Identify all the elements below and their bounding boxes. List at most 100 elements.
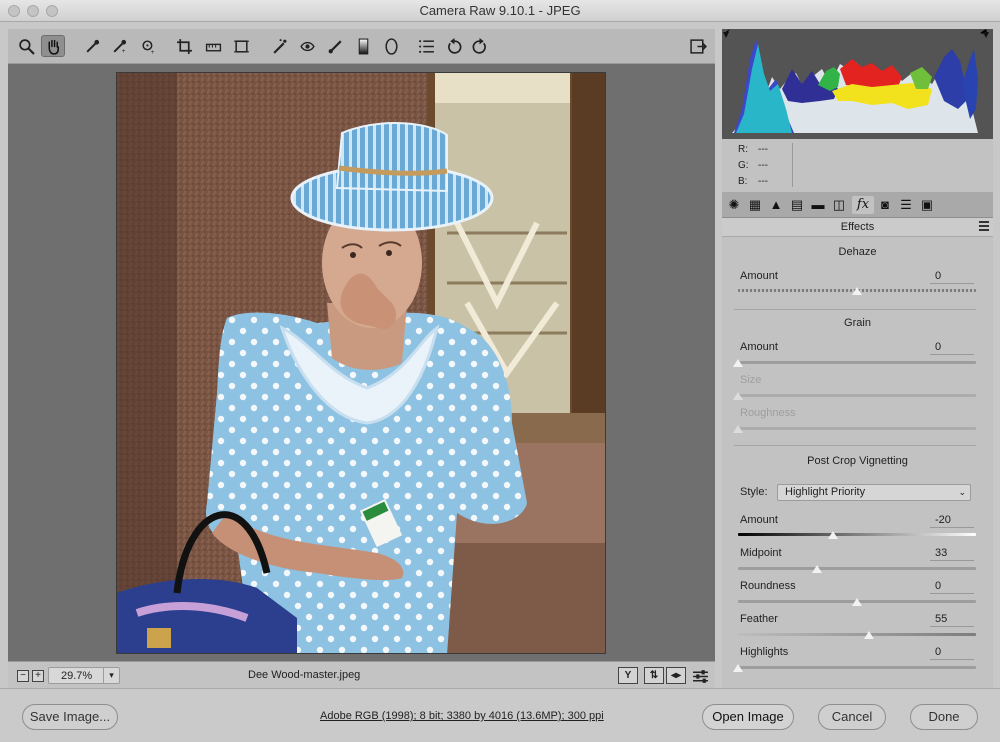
straighten-icon[interactable] — [201, 35, 225, 57]
done-button[interactable]: Done — [910, 704, 978, 730]
vignetting-midpoint-value[interactable]: 33 — [930, 547, 974, 561]
dehaze-amount-value[interactable]: 0 — [930, 270, 974, 284]
vignetting-highlights-thumb[interactable] — [733, 664, 743, 672]
r-label: R: — [738, 144, 748, 155]
dehaze-amount-thumb[interactable] — [852, 287, 862, 295]
grain-amount-label: Amount — [740, 341, 778, 353]
window-title: Camera Raw 9.10.1 - JPEG — [419, 3, 581, 18]
cancel-button[interactable]: Cancel — [818, 704, 886, 730]
color-sampler-icon[interactable]: + — [107, 35, 131, 57]
tab-hsl[interactable]: ▤ — [788, 196, 806, 214]
vignetting-roundness-label: Roundness — [740, 580, 796, 592]
grain-roughness-slider — [738, 427, 976, 430]
preferences-icon[interactable] — [414, 35, 438, 57]
open-in-photoshop-icon[interactable] — [686, 35, 710, 57]
tab-split-toning[interactable]: ▬ — [809, 196, 827, 214]
vignetting-midpoint-label: Midpoint — [740, 547, 782, 559]
vignetting-title: Post Crop Vignetting — [807, 455, 908, 467]
dehaze-title: Dehaze — [838, 246, 877, 258]
grain-size-label: Size — [740, 374, 762, 386]
zoom-out-button[interactable]: − — [17, 670, 29, 682]
workflow-options-link[interactable]: Adobe RGB (1998); 8 bit; 3380 by 4016 (1… — [320, 710, 604, 722]
adjustments-panel: R: --- G: --- B: --- ✺ ▦ ▲ ▤ ▬ ◫ fx ◙ ☰ … — [722, 29, 993, 688]
vignetting-style-label: Style: — [740, 486, 768, 498]
b-value: --- — [758, 176, 768, 187]
image-preview-area[interactable] — [8, 64, 715, 661]
tab-camera-calibration[interactable]: ◙ — [876, 196, 894, 214]
rotate-left-icon[interactable] — [442, 35, 466, 57]
rgb-readout: R: --- G: --- B: --- — [722, 139, 993, 193]
vignetting-feather-thumb[interactable] — [863, 631, 874, 639]
grain-title: Grain — [844, 317, 871, 329]
vignetting-amount-thumb[interactable] — [828, 531, 839, 539]
tab-lens-corrections[interactable]: ◫ — [830, 196, 848, 214]
panel-header: Effects — [722, 218, 993, 237]
white-balance-icon[interactable] — [80, 35, 104, 57]
vignetting-highlights-slider[interactable] — [738, 666, 976, 669]
grain-amount-value[interactable]: 0 — [930, 341, 974, 355]
vignetting-style-select[interactable]: Highlight Priority ⌄ — [777, 484, 971, 501]
open-image-button[interactable]: Open Image — [702, 704, 794, 730]
hand-tool-icon[interactable] — [41, 35, 65, 57]
vignetting-amount-slider[interactable] — [738, 533, 976, 536]
tab-detail[interactable]: ▲ — [767, 196, 785, 214]
grain-size-slider — [738, 394, 976, 397]
zoom-in-button[interactable]: + — [32, 670, 44, 682]
swap-before-after-icon[interactable]: ⇅ — [644, 667, 664, 684]
spot-removal-icon[interactable] — [267, 35, 291, 57]
vignetting-highlights-label: Highlights — [740, 646, 789, 658]
rotate-right-icon[interactable] — [467, 35, 491, 57]
g-label: G: — [738, 160, 749, 171]
shadow-clipping-icon — [723, 32, 729, 38]
file-name: Dee Wood-master.jpeg — [248, 669, 361, 681]
vignetting-midpoint-thumb[interactable] — [811, 565, 822, 573]
targeted-adjustment-icon[interactable]: + — [136, 35, 160, 57]
tab-basic[interactable]: ✺ — [725, 196, 743, 214]
chevron-down-icon: ⌄ — [958, 487, 966, 497]
vignetting-amount-value[interactable]: -20 — [930, 514, 974, 528]
transform-icon[interactable] — [229, 35, 253, 57]
svg-text:+: + — [121, 47, 125, 54]
radial-filter-icon[interactable] — [379, 35, 403, 57]
b-label: B: — [738, 176, 748, 187]
red-eye-icon[interactable] — [295, 35, 319, 57]
crop-icon[interactable] — [172, 35, 196, 57]
zoom-level-select[interactable]: 29.7% ▾ — [48, 667, 120, 684]
grain-roughness-thumb — [733, 425, 743, 433]
vignetting-feather-value[interactable]: 55 — [930, 613, 974, 627]
panel-tabs: ✺ ▦ ▲ ▤ ▬ ◫ fx ◙ ☰ ▣ — [722, 193, 993, 218]
r-value: --- — [758, 144, 768, 155]
adjustment-brush-icon[interactable] — [323, 35, 347, 57]
vignetting-roundness-value[interactable]: 0 — [930, 580, 974, 594]
grain-amount-slider[interactable] — [738, 361, 976, 364]
tab-effects[interactable]: fx — [852, 196, 874, 214]
vignetting-style-value: Highlight Priority — [785, 486, 866, 498]
dehaze-amount-label: Amount — [740, 270, 778, 282]
before-after-view-button[interactable]: Y — [618, 667, 638, 684]
tab-snapshots[interactable]: ▣ — [918, 196, 936, 214]
tool-bar: + + — [8, 29, 715, 64]
vignetting-midpoint-slider[interactable] — [738, 567, 976, 570]
photo-illustration — [117, 73, 605, 653]
toggle-settings-icon[interactable] — [688, 665, 712, 687]
vignetting-highlights-value[interactable]: 0 — [930, 646, 974, 660]
readout-divider — [792, 143, 793, 187]
tab-tone-curve[interactable]: ▦ — [746, 196, 764, 214]
vignetting-feather-slider[interactable] — [738, 633, 976, 636]
zoom-level-value: 29.7% — [61, 670, 93, 682]
grain-amount-thumb[interactable] — [733, 359, 743, 367]
chevron-down-icon: ▾ — [103, 668, 119, 683]
panel-menu-icon[interactable] — [979, 221, 989, 231]
grain-size-thumb — [733, 392, 743, 400]
vignetting-roundness-thumb[interactable] — [852, 598, 862, 606]
tab-presets[interactable]: ☰ — [897, 196, 915, 214]
save-image-button[interactable]: Save Image... — [22, 704, 118, 730]
g-value: --- — [758, 160, 768, 171]
histogram — [722, 29, 993, 139]
graduated-filter-icon[interactable] — [351, 35, 375, 57]
section-divider — [734, 445, 976, 446]
vignetting-amount-label: Amount — [740, 514, 778, 526]
photo-preview[interactable] — [116, 72, 606, 654]
copy-after-to-before-icon[interactable]: ◂▸ — [666, 667, 686, 684]
zoom-tool-icon[interactable] — [14, 35, 38, 57]
